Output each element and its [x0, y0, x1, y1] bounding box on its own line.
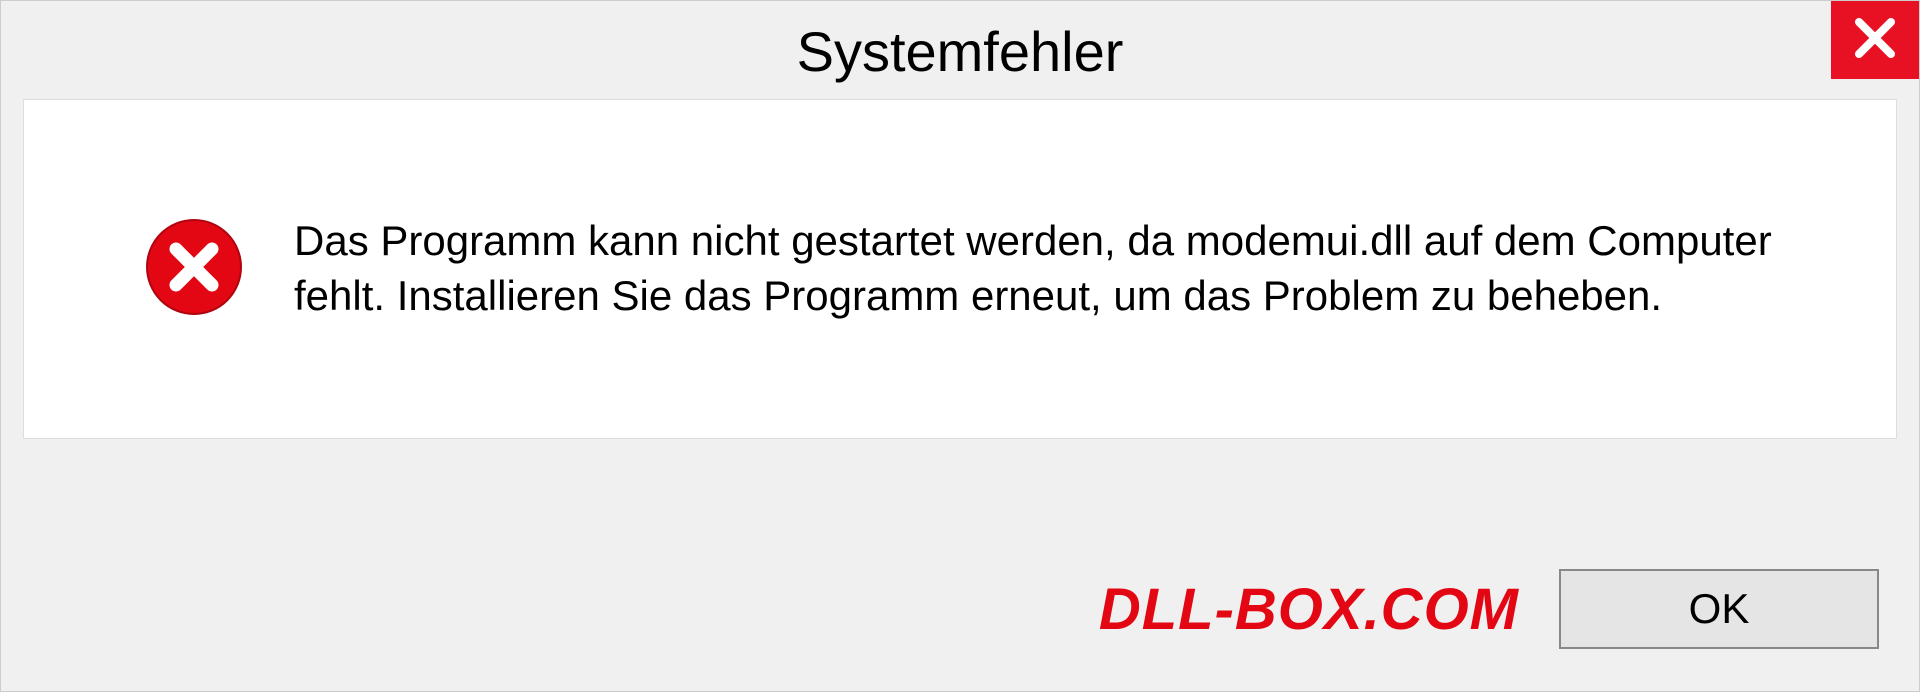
watermark-text: DLL-BOX.COM	[1099, 576, 1519, 643]
ok-button-label: OK	[1689, 585, 1750, 633]
error-dialog: Systemfehler Das Programm kann nicht ges…	[0, 0, 1920, 692]
dialog-footer: DLL-BOX.COM OK	[1, 549, 1919, 669]
error-message: Das Programm kann nicht gestartet werden…	[294, 214, 1836, 323]
close-button[interactable]	[1831, 1, 1919, 79]
close-icon	[1851, 14, 1899, 67]
dialog-title: Systemfehler	[797, 19, 1124, 84]
ok-button[interactable]: OK	[1559, 569, 1879, 649]
error-icon	[144, 217, 244, 322]
titlebar: Systemfehler	[1, 1, 1919, 91]
content-panel: Das Programm kann nicht gestartet werden…	[23, 99, 1897, 439]
